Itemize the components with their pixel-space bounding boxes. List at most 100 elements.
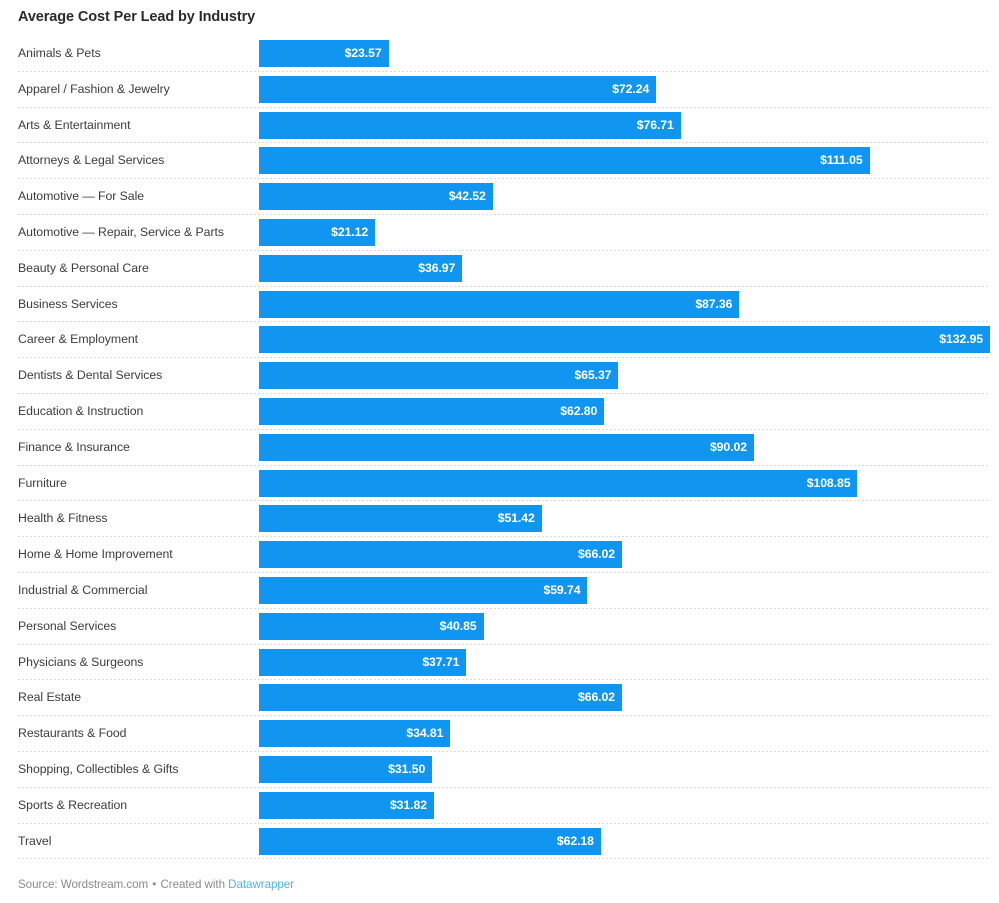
bar-fill: $108.85: [259, 469, 858, 497]
chart-row: Business Services $87.36: [0, 287, 999, 323]
bar-track: $37.71: [259, 645, 990, 681]
category-label: Sports & Recreation: [18, 797, 128, 812]
bar-track: $40.85: [259, 609, 990, 645]
bar-track: $21.12: [259, 215, 990, 251]
chart-row: Career & Employment $132.95: [0, 322, 999, 359]
bar[interactable]: $72.24: [259, 75, 657, 103]
bar-track: $72.24: [259, 72, 990, 108]
bar[interactable]: $66.02: [259, 541, 622, 569]
bar[interactable]: $31.50: [259, 755, 433, 783]
bar-value-label: $42.52: [448, 189, 486, 204]
bar-track: $76.71: [259, 108, 990, 144]
bar[interactable]: $62.18: [259, 827, 601, 855]
bar-value-label: $51.42: [497, 511, 535, 526]
category-label: Restaurants & Food: [18, 726, 127, 741]
category-label: Industrial & Commercial: [18, 582, 148, 597]
bar-value-label: $76.71: [636, 117, 674, 132]
bar-track: $111.05: [259, 143, 990, 179]
bar-value-label: $62.18: [556, 833, 594, 848]
bar-fill: $62.18: [259, 827, 601, 855]
bar[interactable]: $34.81: [259, 720, 451, 748]
chart-row: Attorneys & Legal Services $111.05: [0, 143, 999, 180]
category-label: Attorneys & Legal Services: [18, 153, 165, 168]
bar[interactable]: $36.97: [259, 254, 463, 282]
chart-row: Home & Home Improvement $66.02: [0, 537, 999, 573]
datawrapper-link[interactable]: Datawrapper: [228, 878, 294, 891]
chart-footer: Source: Wordstream.com • Created with Da…: [18, 878, 294, 891]
bar-fill: $34.81: [259, 720, 451, 748]
category-label: Personal Services: [18, 618, 117, 633]
bar-fill: $90.02: [259, 433, 754, 461]
bar[interactable]: $76.71: [259, 111, 681, 139]
bar-value-label: $72.24: [612, 81, 650, 96]
bar-fill: $66.02: [259, 541, 622, 569]
bar-fill: $132.95: [259, 326, 990, 354]
bar-track: $62.80: [259, 394, 990, 430]
bar-value-label: $66.02: [577, 690, 615, 705]
bar-fill: $42.52: [259, 183, 493, 211]
bar[interactable]: $65.37: [259, 362, 619, 390]
chart-row: Arts & Entertainment $76.71: [0, 108, 999, 144]
bar-value-label: $87.36: [695, 296, 733, 311]
chart-row: Automotive — Repair, Service & Parts $21.…: [0, 215, 999, 251]
category-label: Home & Home Improvement: [18, 547, 173, 562]
category-label: Education & Instruction: [18, 403, 144, 418]
chart-title: Average Cost Per Lead by Industry: [18, 9, 256, 25]
bar-fill: $31.50: [259, 755, 433, 783]
bar[interactable]: $51.42: [259, 505, 542, 533]
bar-fill: $21.12: [259, 218, 376, 246]
category-label: Shopping, Collectibles & Gifts: [18, 761, 179, 776]
bar[interactable]: $37.71: [259, 648, 467, 676]
bar-value-label: $36.97: [418, 260, 456, 275]
category-label: Animals & Pets: [18, 46, 101, 60]
bar-value-label: $90.02: [709, 439, 747, 454]
chart-row: Automotive — For Sale $42.52: [0, 179, 999, 215]
bar-fill: $40.85: [259, 612, 484, 640]
bar[interactable]: $87.36: [259, 290, 740, 318]
bar[interactable]: $59.74: [259, 576, 588, 604]
bar-value-label: $34.81: [406, 726, 444, 741]
bar-track: $23.57: [259, 36, 990, 72]
chart-row: Physicians & Surgeons $37.71: [0, 645, 999, 681]
category-label: Arts & Entertainment: [18, 117, 131, 132]
chart-row: Restaurants & Food $34.81: [0, 716, 999, 752]
bar[interactable]: $108.85: [259, 469, 858, 497]
bar[interactable]: $21.12: [259, 218, 376, 246]
category-label: Business Services: [18, 296, 118, 311]
category-label: Physicians & Surgeons: [18, 654, 144, 669]
bar-fill: $111.05: [259, 147, 870, 175]
bar-track: $31.82: [259, 788, 990, 824]
chart-row: Travel $62.18: [0, 824, 999, 860]
chart-row: Health & Fitness $51.42: [0, 501, 999, 538]
bar[interactable]: $31.82: [259, 791, 434, 819]
bar[interactable]: $23.57: [259, 40, 389, 67]
bar-fill: $59.74: [259, 576, 588, 604]
bar-track: $59.74: [259, 573, 990, 609]
bar[interactable]: $42.52: [259, 183, 493, 211]
category-label: Automotive — Repair, Service & Parts: [18, 224, 224, 239]
bar[interactable]: $90.02: [259, 433, 754, 461]
bar-value-label: $62.80: [560, 403, 598, 418]
bar-track: $34.81: [259, 716, 990, 752]
chart-row: Animals & Pets $23.57: [0, 36, 999, 72]
bar-value-label: $66.02: [577, 547, 615, 562]
bar[interactable]: $132.95: [259, 326, 990, 354]
bar-track: $51.42: [259, 501, 990, 537]
category-label: Travel: [18, 833, 52, 848]
bar-fill: $62.80: [259, 397, 605, 425]
bar-fill: $65.37: [259, 362, 619, 390]
category-label: Automotive — For Sale: [18, 189, 145, 204]
bar-track: $31.50: [259, 752, 990, 788]
bar-value-label: $132.95: [939, 332, 983, 347]
bar-track: $66.02: [259, 537, 990, 573]
category-label: Beauty & Personal Care: [18, 260, 149, 275]
bar[interactable]: $66.02: [259, 684, 622, 712]
bar[interactable]: $111.05: [259, 147, 870, 175]
bar-value-label: $59.74: [543, 582, 581, 597]
category-label: Career & Employment: [18, 332, 139, 347]
bar-fill: $87.36: [259, 290, 740, 318]
bar[interactable]: $40.85: [259, 612, 484, 640]
bar[interactable]: $62.80: [259, 397, 605, 425]
bar-track: $132.95: [259, 322, 990, 358]
bar-fill: $36.97: [259, 254, 463, 282]
